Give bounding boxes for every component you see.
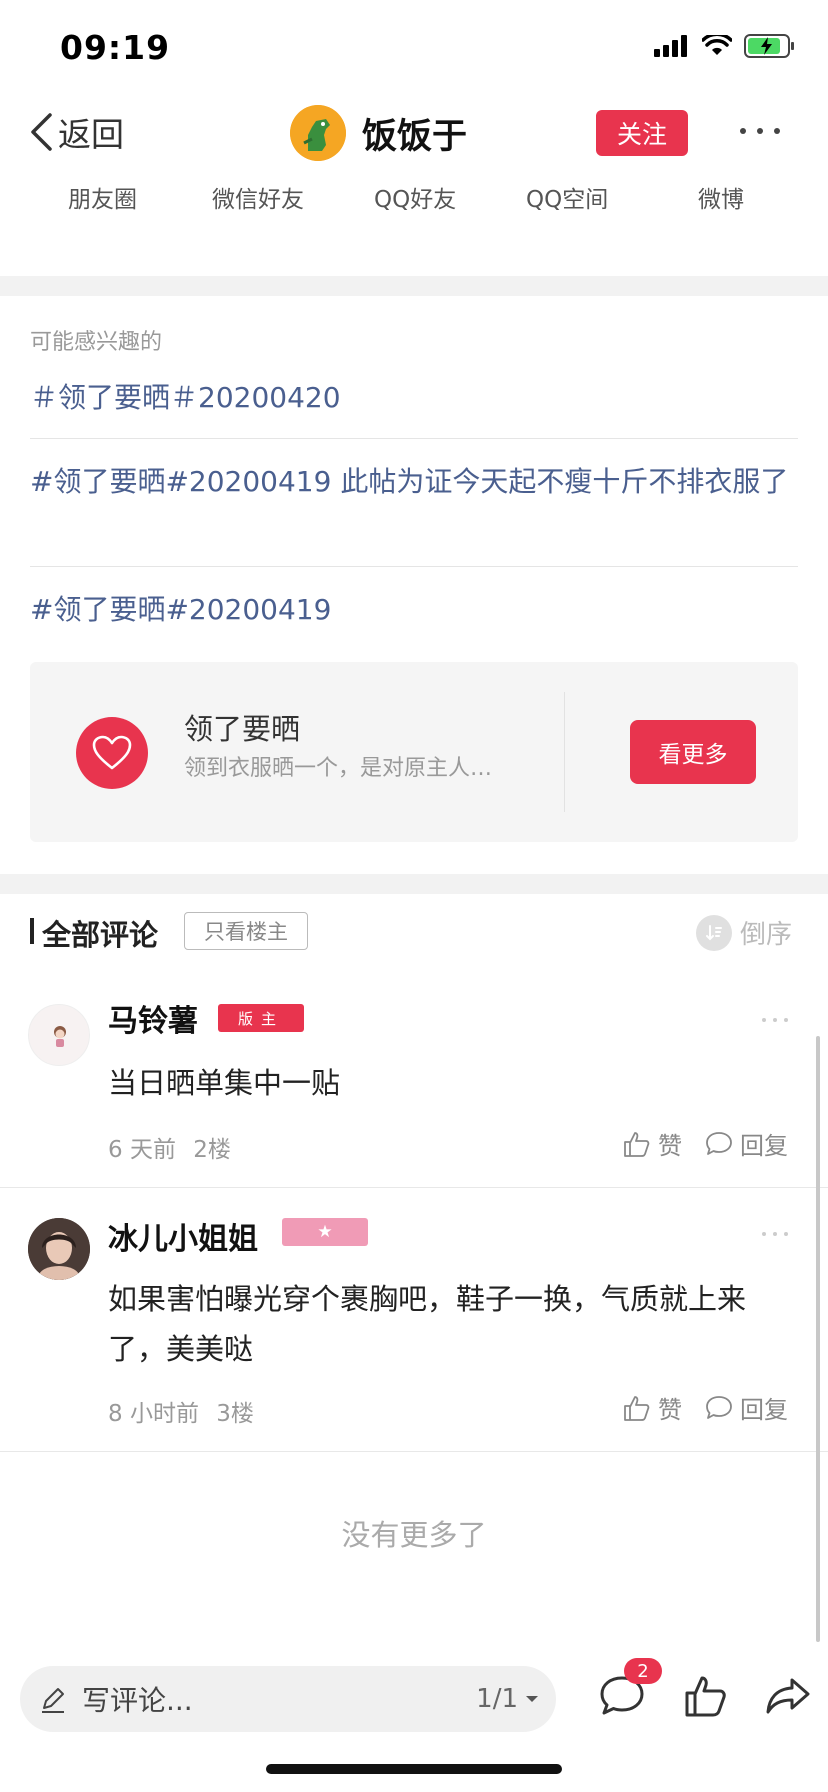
page-selector[interactable]: 1/1 — [476, 1684, 540, 1714]
comments-header: 全部评论 只看楼主 倒序 — [0, 904, 828, 960]
share-row: 朋友圈 微信好友 QQ好友 QQ空间 微博 — [0, 176, 828, 220]
comment-item: 马铃薯 版主 当日晒单集中一贴 6 天前 2楼 赞 回复 — [0, 990, 828, 1186]
comment-bubble-icon — [706, 1395, 732, 1419]
signal-icon — [654, 35, 687, 57]
nav-user[interactable]: 饭饭于 — [290, 104, 467, 162]
back-label: 返回 — [58, 115, 124, 154]
reply-label: 回复 — [740, 1396, 788, 1424]
sort-label: 倒序 — [740, 920, 793, 950]
topic-divider — [30, 566, 798, 567]
comment-floor: 2楼 — [193, 1137, 231, 1163]
status-time: 09:19 — [60, 28, 171, 67]
status-icons — [654, 34, 796, 58]
more-options-icon[interactable] — [740, 118, 780, 144]
chevron-left-icon — [31, 113, 52, 151]
follow-button[interactable]: 关注 — [596, 110, 688, 156]
title-bar-mark — [30, 918, 34, 944]
back-button[interactable]: 返回 — [28, 104, 124, 160]
share-button[interactable] — [758, 1666, 818, 1726]
more-options-icon[interactable] — [762, 1018, 788, 1024]
member-star-badge: ★ — [282, 1218, 368, 1246]
commenter-name[interactable]: 马铃薯 — [108, 996, 198, 1040]
share-wechat-friends[interactable]: 微信好友 — [212, 180, 304, 214]
like-label: 赞 — [658, 1396, 682, 1424]
circle-logo — [76, 717, 148, 789]
comment-text: 如果害怕曝光穿个裹胸吧，鞋子一换，气质就上来了，美美哒 — [108, 1282, 747, 1366]
share-weibo[interactable]: 微博 — [698, 180, 744, 214]
topic-link[interactable]: ＃领了要晒＃20200420 — [30, 376, 798, 420]
comments-title: 全部评论 — [42, 918, 159, 952]
section-divider — [0, 874, 828, 894]
section-divider — [0, 276, 828, 296]
comment-meta: 6 天前 2楼 — [108, 1130, 231, 1164]
bottom-bar: 写评论... 1/1 2 — [0, 1654, 828, 1744]
card-divider — [564, 692, 565, 812]
status-bar: 09:19 — [0, 0, 828, 88]
thumbs-up-icon — [624, 1131, 650, 1157]
comment-divider — [0, 1187, 828, 1188]
sort-icon — [696, 914, 732, 951]
only-op-button[interactable]: 只看楼主 — [184, 912, 308, 950]
avatar[interactable] — [28, 1218, 90, 1280]
comment-bubble-icon — [706, 1131, 732, 1155]
comment-input[interactable]: 写评论... 1/1 — [20, 1666, 556, 1732]
sort-button[interactable]: 倒序 — [696, 914, 792, 951]
pencil-icon — [42, 1688, 64, 1713]
like-post-button[interactable] — [676, 1666, 736, 1726]
like-label: 赞 — [658, 1132, 682, 1160]
circle-name: 领了要晒 — [184, 712, 301, 746]
comment-floor: 3楼 — [216, 1401, 254, 1427]
reply-label: 回复 — [740, 1132, 788, 1160]
girl-avatar-icon — [54, 1026, 66, 1047]
avatar[interactable] — [28, 1004, 90, 1066]
heart-icon — [92, 735, 132, 770]
share-qq-friends[interactable]: QQ好友 — [374, 180, 456, 214]
comment-time: 8 小时前 — [108, 1401, 199, 1427]
avatar[interactable] — [290, 105, 346, 161]
caret-down-icon — [526, 1696, 538, 1702]
woman-avatar-icon — [28, 1218, 90, 1280]
more-options-icon[interactable] — [762, 1232, 788, 1238]
thumbs-up-icon — [624, 1395, 650, 1421]
comment-meta: 8 小时前 3楼 — [108, 1394, 254, 1428]
recommend-title: 可能感兴趣的 — [30, 330, 163, 355]
comment-input-placeholder: 写评论... — [82, 1684, 193, 1717]
comment-text: 当日晒单集中一贴 — [108, 1066, 341, 1100]
see-more-button[interactable]: 看更多 — [630, 720, 756, 784]
wifi-icon — [702, 35, 732, 55]
comment-divider — [0, 1451, 828, 1452]
circle-description: 领到衣服晒一个，是对原主人… — [184, 756, 493, 781]
like-button[interactable]: 赞 — [622, 1390, 682, 1425]
nav-bar: 返回 饭饭于 关注 — [0, 92, 828, 172]
page-indicator-label: 1/1 — [476, 1684, 518, 1714]
share-moments[interactable]: 朋友圈 — [68, 180, 137, 214]
page-title-username: 饭饭于 — [362, 116, 468, 157]
like-button[interactable]: 赞 — [622, 1126, 682, 1161]
home-indicator — [266, 1764, 562, 1774]
topic-divider — [30, 438, 798, 439]
commenter-name[interactable]: 冰儿小姐姐 — [108, 1214, 258, 1258]
topic-link[interactable]: #领了要晒#20200419 此帖为证今天起不瘦十斤不排衣服了 — [30, 460, 798, 504]
comment-count-badge: 2 — [624, 1658, 662, 1684]
scrollbar[interactable] — [816, 1036, 820, 1642]
no-more-label: 没有更多了 — [341, 1518, 487, 1552]
comment-actions: 赞 回复 — [622, 1126, 788, 1161]
dinosaur-avatar-icon — [290, 105, 346, 161]
comment-item: 冰儿小姐姐 ★ 如果害怕曝光穿个裹胸吧，鞋子一换，气质就上来了，美美哒 8 小时… — [0, 1202, 828, 1452]
share-qq-zone[interactable]: QQ空间 — [526, 180, 608, 214]
comment-actions: 赞 回复 — [622, 1390, 788, 1425]
comment-time: 6 天前 — [108, 1137, 176, 1163]
moderator-badge: 版主 — [218, 1004, 304, 1032]
share-arrow-icon — [766, 1678, 810, 1714]
reply-button[interactable]: 回复 — [704, 1390, 788, 1425]
circle-card[interactable]: 领了要晒 领到衣服晒一个，是对原主人… 看更多 — [30, 662, 798, 842]
thumbs-up-icon — [685, 1676, 726, 1717]
battery-charging-icon — [744, 34, 794, 58]
reply-button[interactable]: 回复 — [704, 1126, 788, 1161]
topic-link[interactable]: #领了要晒#20200419 — [30, 588, 798, 632]
